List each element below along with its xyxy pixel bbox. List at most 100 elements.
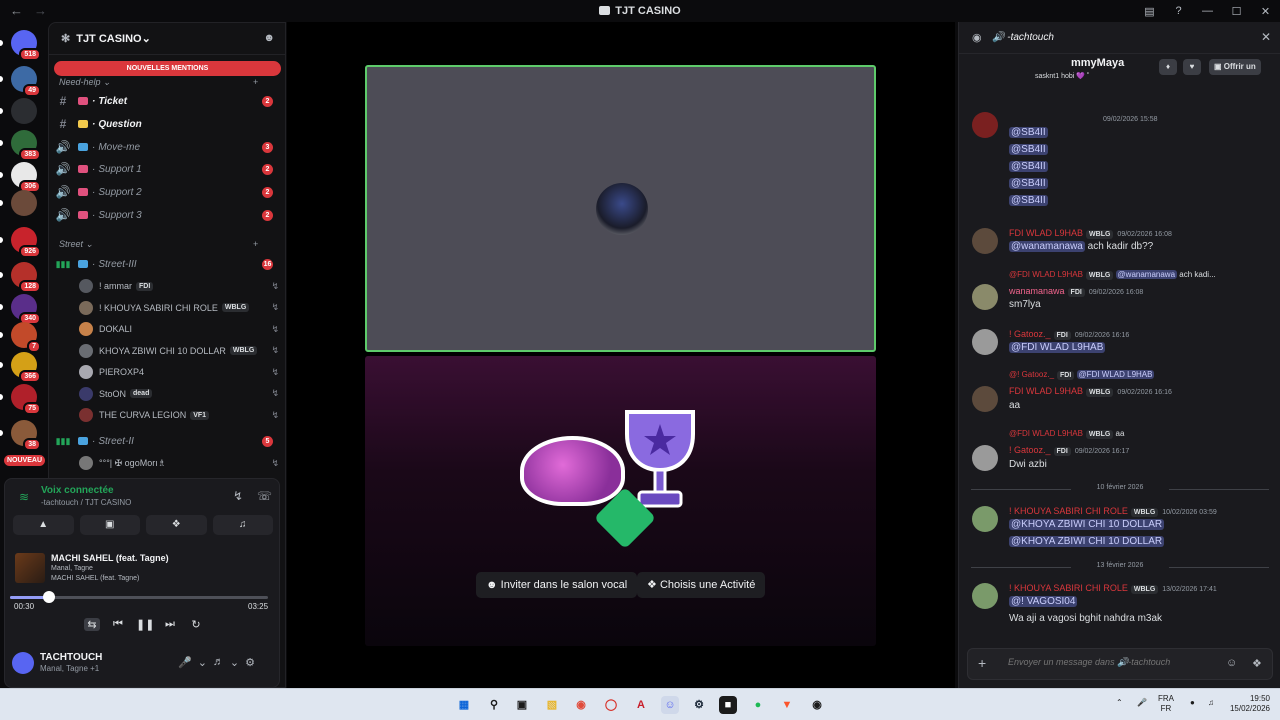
windows-start-icon[interactable]: ▦: [455, 696, 473, 714]
avatar[interactable]: [972, 386, 998, 412]
server-icon[interactable]: 366: [11, 352, 41, 383]
channel-move-me[interactable]: 🔊 · Move-me 3: [54, 137, 280, 157]
voice-user-tile[interactable]: [365, 65, 876, 352]
reply-preview[interactable]: @FDI WLAD L9HAB WBLG @wanamanawa ach kadi…: [1009, 270, 1216, 280]
chevron-down-icon[interactable]: ⌄: [230, 656, 239, 669]
server-icon[interactable]: 38: [11, 420, 41, 451]
server-icon[interactable]: 340: [11, 294, 41, 325]
server-icon[interactable]: [11, 190, 37, 216]
shuffle-icon[interactable]: ⇆: [84, 618, 100, 631]
help-icon[interactable]: ?: [1164, 5, 1193, 17]
user-mention[interactable]: @SB4II: [1009, 178, 1048, 189]
voice-status[interactable]: Voix connectée: [41, 485, 114, 496]
channel-support-1[interactable]: 🔊 · Support 12: [54, 159, 280, 179]
server-icon[interactable]: 306: [11, 162, 41, 193]
spotify-icon[interactable]: ●: [749, 696, 767, 714]
next-icon[interactable]: ⏭: [162, 618, 178, 631]
language-indicator[interactable]: FRA FR: [1158, 694, 1174, 714]
choose-activity-button[interactable]: ❖ Choisis une Activité: [637, 572, 766, 598]
reply-preview[interactable]: @FDI WLAD L9HAB WBLG aa: [1009, 429, 1124, 439]
disconnect-icon[interactable]: ☏: [257, 489, 272, 503]
network-icon[interactable]: ●: [1190, 698, 1195, 708]
avatar[interactable]: [972, 284, 998, 310]
progress-knob[interactable]: [42, 591, 55, 603]
user-mention[interactable]: @SB4II: [1009, 195, 1048, 206]
user-mention[interactable]: @wanamanawa: [1009, 241, 1085, 252]
user-mention[interactable]: @KHOYA ZBIWI CHI 10 DOLLAR: [1009, 536, 1165, 547]
file-explorer-icon[interactable]: ▧: [543, 696, 561, 714]
signal-icon[interactable]: ≋: [19, 490, 29, 504]
new-mentions-banner[interactable]: NOUVELLES MENTIONS: [54, 61, 281, 76]
brave-icon[interactable]: ▼: [778, 696, 796, 714]
server-icon[interactable]: 7: [11, 322, 41, 353]
capcut-icon[interactable]: ■: [719, 696, 737, 714]
song-artists[interactable]: Manal, Tagne: [51, 565, 93, 572]
server-icon[interactable]: 383: [11, 130, 41, 161]
server-icon[interactable]: 49: [11, 66, 41, 97]
avatar[interactable]: [972, 228, 998, 254]
message-input[interactable]: [1008, 657, 1208, 667]
heart-icon[interactable]: ♥: [1183, 59, 1201, 75]
chevron-down-icon[interactable]: ⌄: [198, 656, 207, 669]
close-window-button[interactable]: ✕: [1251, 5, 1280, 18]
pause-icon[interactable]: ❚❚: [136, 618, 154, 631]
channel-ticket[interactable]: # · Ticket 2: [54, 91, 280, 111]
add-channel-icon[interactable]: +: [253, 77, 258, 87]
chrome-icon[interactable]: ◉: [572, 696, 590, 714]
opera-icon[interactable]: ◯: [602, 696, 620, 714]
maximize-button[interactable]: ☐: [1222, 5, 1251, 18]
search-icon[interactable]: ⚲: [485, 696, 503, 714]
category-street[interactable]: Street ⌄ +: [59, 239, 258, 250]
reply-preview[interactable]: @! Gatooz._ FDI @FDI WLAD L9HAB: [1009, 370, 1155, 380]
voice-user[interactable]: KHOYA ZBIWI CHI 10 DOLLAR WBLG ↯: [79, 341, 279, 361]
inbox-icon[interactable]: ▤: [1135, 5, 1164, 18]
microphone-icon[interactable]: 🎤: [178, 656, 192, 669]
repeat-icon[interactable]: ↻: [188, 618, 204, 631]
add-user-icon[interactable]: ☻: [263, 32, 275, 44]
server-icon[interactable]: 75: [11, 384, 41, 415]
server-icon[interactable]: [11, 98, 37, 124]
soundboard-button[interactable]: ♫: [212, 515, 273, 535]
voice-user[interactable]: ! ammar FDI ↯: [79, 276, 279, 296]
volume-icon[interactable]: ♫: [1208, 698, 1214, 708]
avatar[interactable]: [972, 583, 998, 609]
channel-question[interactable]: # · Question: [54, 114, 280, 134]
avatar[interactable]: [12, 652, 34, 674]
avatar[interactable]: [972, 445, 998, 471]
apps-icon[interactable]: ❖: [1252, 657, 1262, 670]
user-mention[interactable]: @! VAGOSI04: [1009, 596, 1078, 607]
gift-button[interactable]: ▣ Offrir un: [1209, 59, 1261, 75]
headphones-icon[interactable]: ♬: [213, 656, 224, 669]
server-icon[interactable]: 128: [11, 262, 41, 293]
add-channel-icon[interactable]: +: [253, 239, 258, 249]
settings-gear-icon[interactable]: ⚙: [245, 656, 255, 669]
activity-tile[interactable]: [365, 356, 876, 646]
obs-icon[interactable]: ◉: [808, 696, 826, 714]
user-mention[interactable]: @SB4II: [1009, 127, 1048, 138]
user-mention[interactable]: @FDI WLAD L9HAB: [1009, 342, 1106, 353]
channel-support-2[interactable]: 🔊 · Support 22: [54, 182, 280, 202]
voice-user[interactable]: THE CURVA LEGION VF1 ↯: [79, 405, 279, 425]
progress-bar[interactable]: [10, 591, 268, 603]
noise-suppression-icon[interactable]: ↯: [233, 489, 243, 503]
close-icon[interactable]: ✕: [1261, 30, 1271, 44]
user-mention[interactable]: @KHOYA ZBIWI CHI 10 DOLLAR: [1009, 519, 1165, 530]
category-need-help[interactable]: Need-help ⌄ +: [59, 77, 258, 88]
invite-to-voice-button[interactable]: ☻ Inviter dans le salon vocal: [476, 572, 638, 598]
avatar[interactable]: [972, 329, 998, 355]
tray-chevron-icon[interactable]: ⌃: [1116, 698, 1123, 708]
discord-taskbar-icon[interactable]: ☺: [661, 696, 679, 714]
channel-support-3[interactable]: 🔊 · Support 32: [54, 205, 280, 225]
minimize-button[interactable]: —: [1193, 5, 1222, 17]
activities-button[interactable]: ❖: [146, 515, 207, 535]
clock[interactable]: 19:50 15/02/2026: [1226, 694, 1270, 714]
microphone-tray-icon[interactable]: 🎤: [1137, 698, 1147, 708]
attach-plus-icon[interactable]: +: [978, 655, 986, 671]
voice-location[interactable]: -tachtouch / TJT CASINO: [41, 498, 131, 507]
channel-street-iii[interactable]: ▮▮▮ · Street-III 16: [54, 254, 280, 274]
voice-user[interactable]: PIEROXP4 ↯: [79, 362, 279, 382]
previous-icon[interactable]: ⏮: [110, 618, 126, 631]
share-screen-button[interactable]: ▣: [79, 515, 140, 535]
guild-header[interactable]: ✻ TJT CASINO ⌄ ☻: [49, 23, 285, 55]
bell-icon[interactable]: ♦: [1159, 59, 1177, 75]
